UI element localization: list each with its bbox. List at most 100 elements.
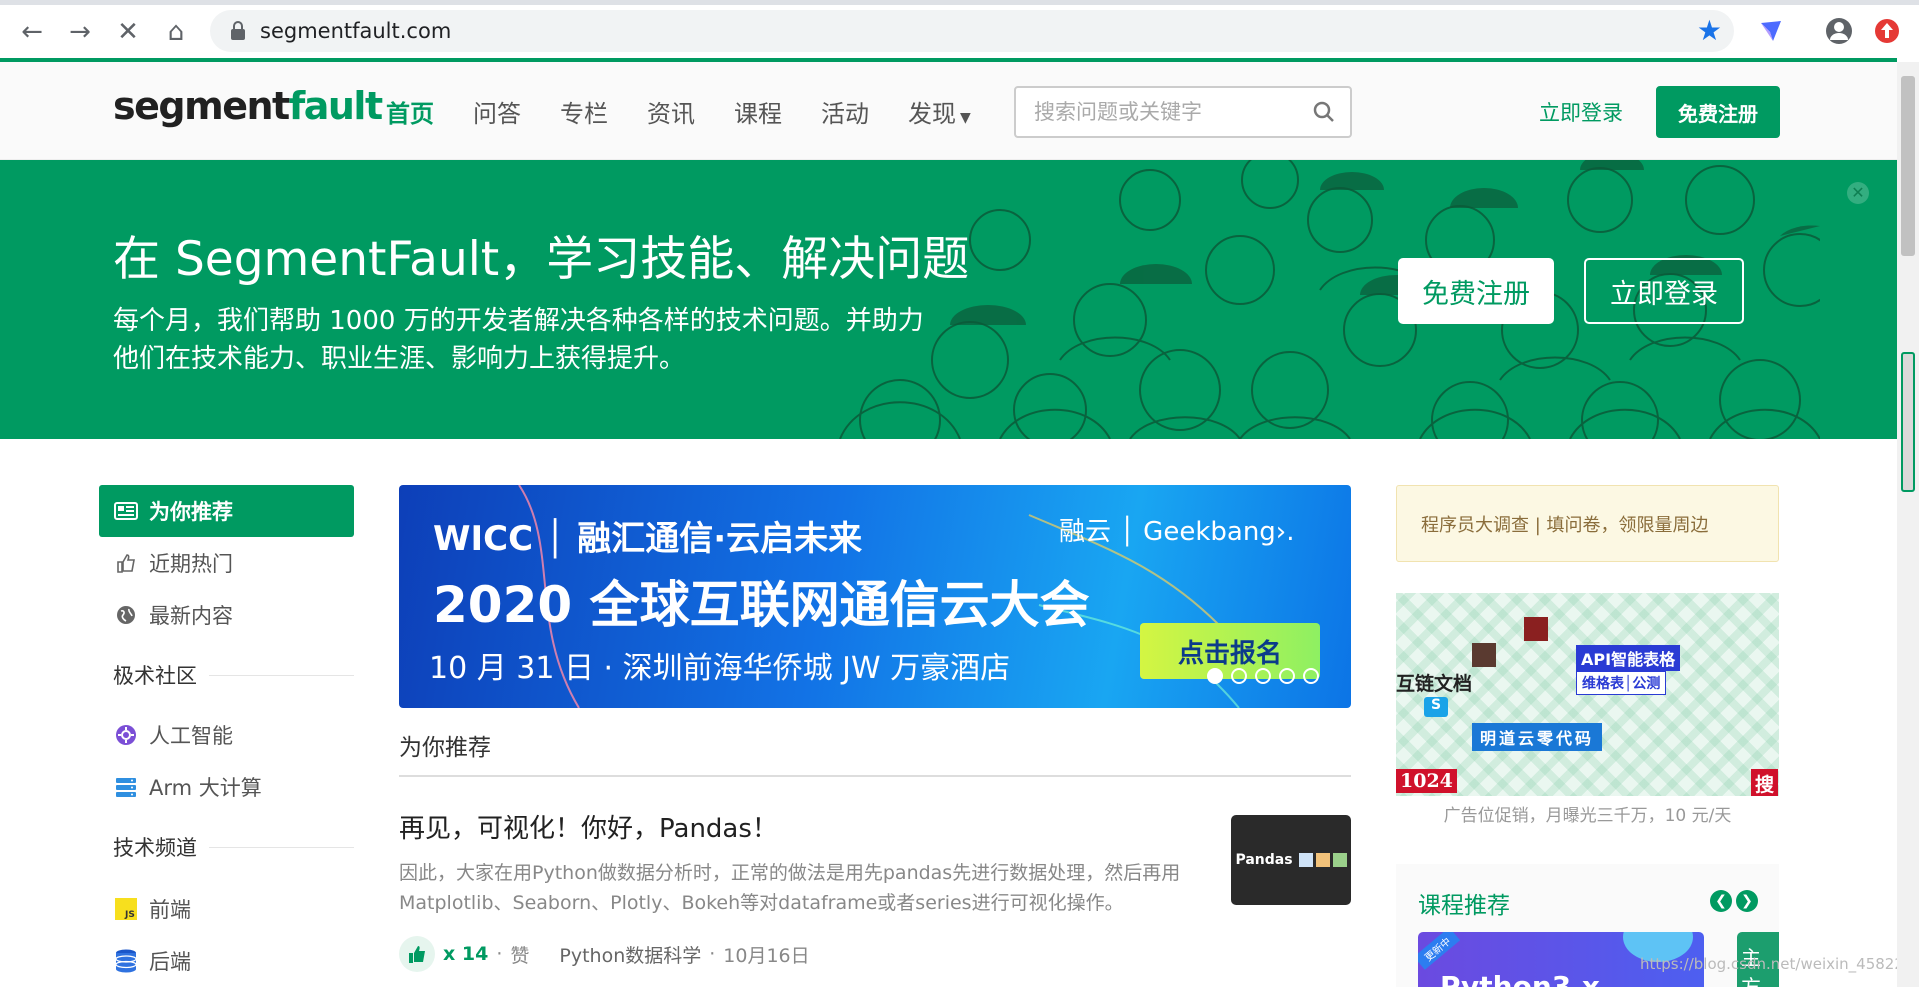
article-title[interactable]: 再见，可视化！你好，Pandas！ (399, 808, 778, 845)
sidebar-item-latest[interactable]: 最新内容 (99, 589, 354, 641)
nav-columns[interactable]: 专栏 (560, 94, 608, 129)
community-heading: 极术社区 (99, 647, 354, 703)
caret-down-icon: ▼ (960, 110, 971, 126)
ad-thumbnail[interactable] (1524, 617, 1548, 641)
address-bar[interactable]: segmentfault.com ★ (210, 10, 1734, 52)
nav-discover-label: 发现 (908, 100, 956, 128)
scroll-widget[interactable] (1901, 352, 1915, 492)
ad-logo-s: S (1424, 697, 1448, 717)
register-button[interactable]: 免费注册 (1656, 86, 1780, 138)
update-icon[interactable] (1870, 14, 1904, 48)
carousel-dot[interactable] (1303, 668, 1319, 684)
carousel-dot[interactable] (1255, 668, 1271, 684)
carousel-dot[interactable] (1279, 668, 1295, 684)
event-banner[interactable]: WICC │ 融汇通信·云启未来 2020 全球互联网通信云大会 10 月 31… (399, 485, 1351, 708)
sidebar-item-label: 为你推荐 (149, 500, 233, 524)
tab-strip-edge (0, 0, 1919, 5)
sidebar-item-label: Arm 大计算 (149, 776, 262, 800)
hero-banner: 在 SegmentFault，学习技能、解决问题 每个月，我们帮助 1000 万… (0, 160, 1897, 439)
feed-divider (399, 775, 1351, 777)
sidebar-item-recommended[interactable]: 为你推荐 (99, 485, 354, 537)
nav-home[interactable]: 首页 (386, 94, 434, 129)
course-name: Python3.x (1440, 970, 1600, 987)
article-meta: x 14 · 赞 Python数据科学 · 10月16日 (399, 936, 810, 972)
thumbs-up-icon (113, 550, 139, 576)
close-icon[interactable]: ✕ (1847, 182, 1869, 204)
thumbs-up-icon (409, 946, 425, 963)
article-source[interactable]: Python数据科学 (559, 941, 701, 968)
ad-thumbnail[interactable] (1472, 643, 1496, 667)
hero-login-button[interactable]: 立即登录 (1584, 258, 1744, 324)
stop-loading-icon[interactable]: ✕ (110, 14, 146, 50)
like-label: 赞 (510, 944, 530, 967)
chevron-right-icon[interactable]: ❯ (1736, 890, 1758, 912)
nav-questions[interactable]: 问答 (473, 94, 521, 129)
like-button[interactable] (399, 936, 435, 972)
ad-chip[interactable]: 1024 (1396, 769, 1457, 793)
chevron-left-icon[interactable]: ❮ (1710, 890, 1732, 912)
ad-chip[interactable]: API智能表格 (1576, 645, 1681, 671)
svg-text:JS: JS (124, 910, 135, 920)
meta-separator: · (496, 943, 503, 965)
sidebar-item-label: 近期热门 (149, 552, 233, 576)
sidebar-item-label: 最新内容 (149, 604, 233, 628)
course-status-badge: 更新中 (1418, 932, 1461, 970)
browser-chrome: ← → ✕ ⌂ segmentfault.com ★ (0, 0, 1919, 62)
search-box[interactable] (1014, 86, 1352, 138)
sidebar-item-label: 前端 (149, 898, 191, 922)
sidebar-item-hot[interactable]: 近期热门 (99, 537, 354, 589)
site-header: segmentfault 首页 问答 专栏 资讯 课程 活动 发现▼ 立即登录 … (0, 62, 1897, 160)
newspaper-icon (113, 498, 139, 524)
forward-icon[interactable]: → (62, 14, 98, 50)
hero-register-button[interactable]: 免费注册 (1398, 258, 1554, 324)
ad-caption[interactable]: 广告位促销，月曝光三千万，10 元/天 (1396, 801, 1779, 826)
nav-news[interactable]: 资讯 (647, 94, 695, 129)
js-icon: JS (113, 896, 139, 922)
vertical-scrollbar[interactable] (1897, 62, 1919, 987)
ad-chip[interactable]: 明道云零代码 (1472, 723, 1603, 751)
sidebar-item-ai[interactable]: 人工智能 (99, 709, 354, 761)
banner-title: 2020 全球互联网通信云大会 (433, 576, 1090, 634)
hero-title: 在 SegmentFault，学习技能、解决问题 (113, 232, 970, 287)
database-icon (113, 948, 139, 974)
sponsor-ad-board[interactable]: 互链文档 S API智能表格 维格表│公测 明道云零代码 1024 搜 (1396, 593, 1779, 796)
logo[interactable]: segmentfault (113, 84, 383, 128)
login-link[interactable]: 立即登录 (1539, 97, 1623, 127)
search-icon[interactable] (1312, 100, 1336, 124)
ad-chip[interactable]: 互链文档 (1396, 669, 1472, 696)
home-icon[interactable]: ⌂ (158, 14, 194, 50)
sidebar-item-label: 人工智能 (149, 724, 233, 748)
banner-subtitle: 10 月 31 日 · 深圳前海华侨城 JW 万豪酒店 (429, 651, 1011, 686)
feed-title: 为你推荐 (399, 735, 491, 761)
lock-icon (231, 21, 245, 40)
nav-courses[interactable]: 课程 (734, 94, 782, 129)
back-icon[interactable]: ← (14, 14, 50, 50)
sidebar-item-label: 后端 (149, 950, 191, 974)
server-icon (113, 774, 139, 800)
article-excerpt: 因此，大家在用Python做数据分析时，正常的做法是用先pandas先进行数据处… (399, 862, 1181, 914)
bookmark-star-icon[interactable]: ★ (1697, 14, 1722, 47)
sidebar-item-backend[interactable]: 后端 (99, 935, 354, 987)
account-icon[interactable] (1822, 14, 1856, 48)
nav-events[interactable]: 活动 (821, 94, 869, 129)
nav-discover[interactable]: 发现 ▼ (908, 94, 971, 129)
globe-icon (113, 602, 139, 628)
carousel-dot[interactable] (1231, 668, 1247, 684)
meta-separator: · (709, 943, 716, 965)
like-count: x 14 (443, 943, 489, 965)
watermark: https://blog.csdn.net/weixin_45822171 (1640, 955, 1919, 973)
carousel-dot[interactable] (1207, 668, 1223, 684)
ad-chip[interactable]: 维格表│公测 (1576, 671, 1667, 695)
url-text[interactable]: segmentfault.com (260, 19, 451, 43)
ad-chip[interactable]: 搜 (1751, 769, 1779, 796)
banner-headline: WICC │ 融汇通信·云启未来 (433, 519, 863, 559)
sidebar-item-frontend[interactable]: JS 前端 (99, 883, 354, 935)
survey-notice[interactable]: 程序员大调查 | 填问卷，领限量周边 (1396, 485, 1779, 562)
extension-icon[interactable] (1754, 14, 1788, 48)
article-thumbnail[interactable]: Pandas (1231, 815, 1351, 905)
search-input[interactable] (1032, 99, 1302, 125)
carousel-indicators (1207, 668, 1319, 684)
scrollbar-thumb[interactable] (1901, 76, 1915, 256)
sidebar-item-arm[interactable]: Arm 大计算 (99, 761, 354, 813)
logo-text-fault: fault (288, 84, 383, 128)
